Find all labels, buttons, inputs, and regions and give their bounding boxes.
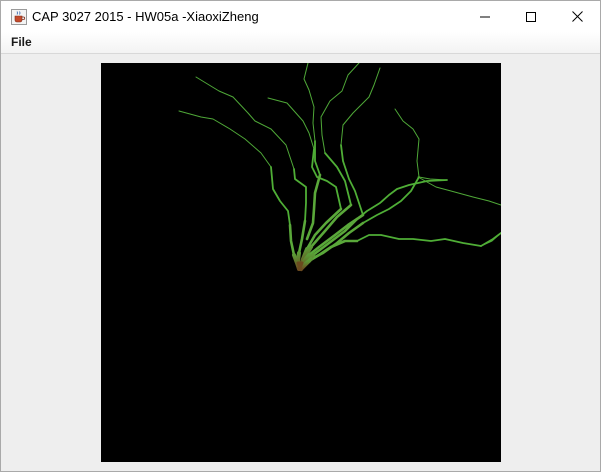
- fractal-tree: [178, 63, 501, 271]
- branch-mid: [311, 148, 342, 210]
- branch-mid: [356, 234, 482, 247]
- minimize-button[interactable]: [462, 1, 508, 32]
- app-window: CAP 3027 2015 - HW05a -XiaoxiZheng File: [0, 0, 601, 472]
- window-title: CAP 3027 2015 - HW05a -XiaoxiZheng: [32, 9, 259, 24]
- branch-inner: [288, 223, 296, 257]
- branch-twig: [340, 67, 381, 146]
- branch-mid: [314, 140, 321, 176]
- branch-twig: [178, 110, 272, 168]
- drawing-canvas[interactable]: [101, 63, 501, 462]
- branch-twig: [195, 76, 295, 170]
- branch-twig: [394, 108, 448, 181]
- branch-mid: [270, 166, 291, 226]
- maximize-button[interactable]: [508, 1, 554, 32]
- content-pane: [1, 54, 600, 471]
- branch-mid: [480, 232, 501, 247]
- branch-twig: [267, 97, 315, 150]
- branch-twig: [320, 63, 360, 154]
- close-icon: [571, 11, 583, 22]
- maximize-icon: [526, 11, 536, 22]
- title-bar[interactable]: CAP 3027 2015 - HW05a -XiaoxiZheng: [1, 1, 600, 32]
- branch-mid: [293, 168, 307, 222]
- menu-file[interactable]: File: [9, 35, 34, 49]
- menu-bar: File: [1, 32, 600, 54]
- minimize-icon: [480, 12, 490, 22]
- branch-twig: [303, 63, 316, 142]
- branch-inner: [305, 173, 322, 241]
- tree-base: [296, 261, 304, 270]
- branch-inner: [297, 219, 307, 255]
- java-cup-icon[interactable]: [11, 9, 27, 25]
- close-button[interactable]: [554, 1, 600, 32]
